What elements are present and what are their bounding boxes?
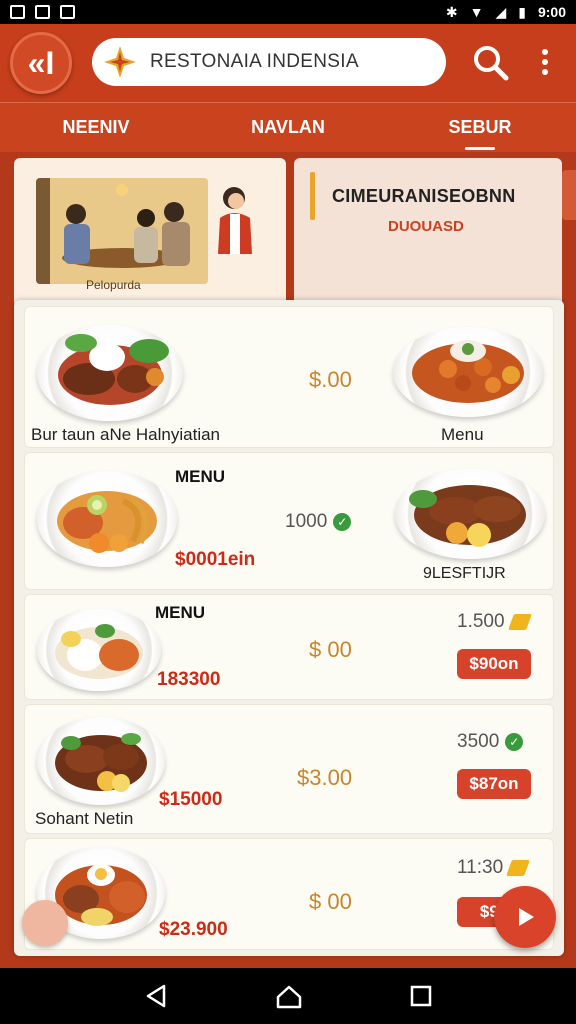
verified-icon: ✓ [505,733,524,751]
search-text: RESTONAIA INDENSIA [150,51,359,72]
rating-value: 1000 [285,511,328,532]
gallery-icon [35,5,50,19]
promo-card-photo[interactable]: Pelopurda [14,158,286,308]
dish-price: 183300 [157,669,221,690]
rating-value: 3500 [457,731,500,752]
tab-1[interactable]: NEENIV [0,103,192,152]
rating-value: 11:30 [457,857,504,878]
tab-2[interactable]: NAVLAN [192,103,384,152]
dish-image-4 [395,469,545,559]
play-icon [519,908,534,926]
dish-image-6 [37,717,165,805]
app-bar: «I RESTONAIA INDENSIA [0,24,576,102]
dish-label: 9LESFTIJR [423,565,506,582]
rating: 3500 ✓ [457,731,524,753]
play-button[interactable] [494,886,556,948]
restaurant-logo-icon [100,42,140,82]
clock: 9:00 [537,4,566,20]
tag-icon [507,614,532,630]
dish-image-2 [393,327,543,417]
dish-price-center: $ 00 [309,637,352,662]
menu-row-1[interactable]: Bur taun aNe Halnyiatian $.00 Menu [24,306,554,448]
edit-fab[interactable] [22,900,68,946]
verified-icon: ✓ [333,513,352,531]
search-icon[interactable] [470,42,510,82]
menu-row-2[interactable]: MENU $0001ein 1000 ✓ 9LESFTIJR [24,452,554,590]
promo-title: CIMEURANISEOBNN [332,186,516,206]
promo-card-text[interactable]: CIMEURANISEOBNN DUOUASD [294,158,562,308]
promo-subtitle: DUOUASD [388,218,464,235]
recents-nav-icon[interactable] [408,983,434,1009]
signal-icon: ◢ [495,3,507,20]
bluetooth-icon: ✱ [445,3,458,20]
dish-price-center: $ 00 [309,889,352,914]
home-nav-icon[interactable] [274,981,304,1011]
status-bar: ✱ ▼ ◢ ▮ 9:00 [0,0,576,24]
dish-price-center: $3.00 [297,765,353,790]
menu-row-3[interactable]: MENU 183300 $ 00 1.500 $90on [24,594,554,700]
menu-label: MENU [155,603,206,622]
menu-row-4[interactable]: $15000 Sohant Netin $3.00 3500 ✓ $87on [24,704,554,834]
dish-name: Sohant Netin [35,809,134,828]
dish-name: Bur taun aNe Halnyiatian [31,425,221,444]
tag-icon [506,860,531,876]
image-icon [60,5,75,19]
restaurant-photo [36,178,208,284]
dish-price: $15000 [159,789,223,810]
menu-row-5[interactable]: $23.900 $ 00 11:30 $90 [24,838,554,950]
back-nav-icon[interactable] [142,982,170,1010]
category-tabs: NEENIV NAVLAN SEBUR [0,102,576,152]
waiter-illustration-icon [214,184,256,268]
notification-icon [10,5,25,19]
dish-price: $.00 [309,367,352,392]
rating: 1000 ✓ [285,511,352,533]
search-bar[interactable]: RESTONAIA INDENSIA [92,38,446,86]
dish-image-5 [37,609,161,691]
dish-price: $23.900 [159,919,228,940]
dish-image-3 [37,471,177,567]
back-button[interactable]: «I [10,32,72,94]
dish-image-1 [37,325,183,421]
photo-caption: Pelopurda [86,278,141,292]
rating: 1.500 [457,611,532,633]
menu-sheet: Bur taun aNe Halnyiatian $.00 Menu MENU … [14,300,564,956]
more-options-icon[interactable] [530,44,560,80]
price-badge[interactable]: $90on [457,649,531,679]
accent-bar [310,172,315,220]
tab-3[interactable]: SEBUR [384,103,576,152]
rating: 11:30 [457,857,531,879]
system-nav-bar [0,968,576,1024]
menu-label: MENU [175,467,226,486]
wifi-icon: ▼ [469,4,484,20]
dish-label: Menu [441,425,484,444]
dish-price: $0001ein [175,549,256,570]
side-drawer-handle[interactable] [562,170,576,220]
rating-value: 1.500 [457,611,505,632]
battery-icon: ▮ [518,3,526,20]
price-badge[interactable]: $87on [457,769,531,799]
